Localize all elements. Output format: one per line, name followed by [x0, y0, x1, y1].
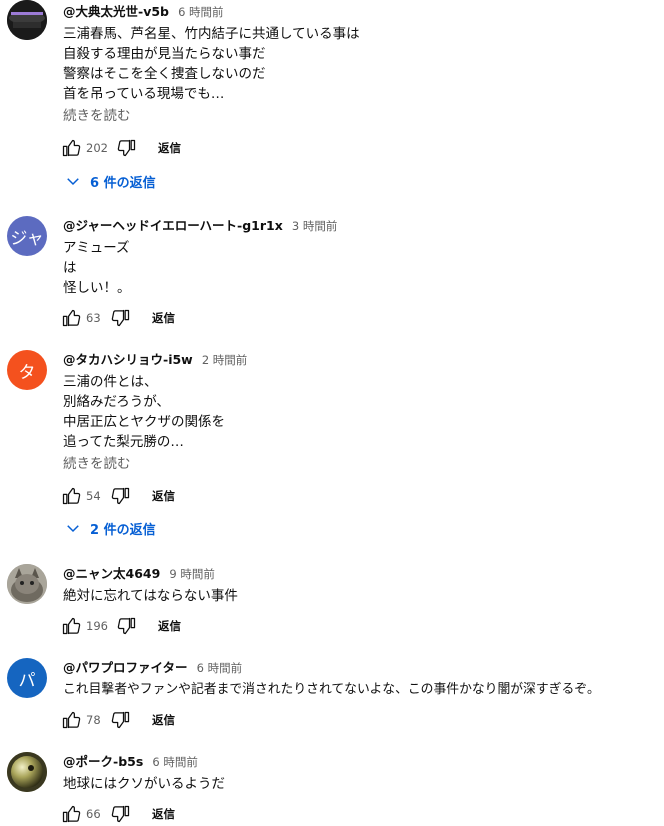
comment-line: 三浦の件とは、: [63, 374, 158, 390]
view-replies-button[interactable]: 2 件の返信: [64, 516, 156, 540]
comment-line: 怪しい！。: [63, 280, 131, 296]
reply-button[interactable]: 返信: [158, 618, 181, 634]
comment-timestamp[interactable]: 9 時間前: [169, 567, 214, 581]
comment-line: これ目撃者やファンや記者まで消されたりされてないよな、この事件かなり闇が深すぎる…: [63, 682, 600, 697]
comment-author[interactable]: @大典太光世-v5b: [63, 4, 169, 19]
comment-author[interactable]: @タカハシリョウ-i5w: [63, 352, 193, 367]
comment-text: 三浦の件とは、 別絡みだろうが、 中居正広とヤクザの関係を 追ってた梨元勝の…: [63, 372, 664, 452]
thumb-up-icon[interactable]: [60, 615, 82, 637]
reply-button[interactable]: 返信: [152, 712, 175, 728]
avatar[interactable]: [7, 752, 47, 792]
comment-timestamp[interactable]: 2 時間前: [202, 353, 247, 367]
thumb-down-icon[interactable]: [116, 137, 138, 159]
avatar[interactable]: [7, 564, 47, 604]
thumb-down-icon[interactable]: [116, 615, 138, 637]
comment-line: アミューズ: [63, 240, 130, 256]
reply-button[interactable]: 返信: [152, 310, 175, 326]
comment-timestamp[interactable]: 6 時間前: [178, 5, 223, 19]
avatar-initials: タ: [18, 362, 36, 383]
comment-timestamp[interactable]: 3 時間前: [292, 219, 337, 233]
read-more-link[interactable]: 続きを読む: [63, 106, 664, 126]
avatar-image: [7, 0, 47, 40]
comment-line: 警察はそこを全く捜査しないのだ: [63, 66, 266, 82]
comment-text: 三浦春馬、芦名星、竹内結子に共通している事は 自殺する理由が見当たらない事だ 警…: [63, 24, 664, 104]
comment-line: 首を吊っている現場でも…: [63, 86, 225, 102]
like-count: 63: [86, 311, 101, 325]
comment-line: 三浦春馬、芦名星、竹内結子に共通している事は: [63, 26, 360, 42]
comment-line: は: [63, 260, 77, 276]
like-count: 196: [86, 619, 108, 633]
comment-line: 自殺する理由が見当たらない事だ: [63, 46, 266, 62]
reply-button[interactable]: 返信: [152, 806, 175, 822]
chevron-down-icon: [64, 519, 82, 537]
replies-count-label: 2 件の返信: [90, 522, 156, 538]
like-count: 78: [86, 713, 101, 727]
like-count: 202: [86, 141, 108, 155]
thumb-up-icon[interactable]: [60, 709, 82, 731]
comment-text: これ目撃者やファンや記者まで消されたりされてないよな、この事件かなり闇が深すぎる…: [63, 680, 664, 700]
reply-button[interactable]: 返信: [158, 140, 181, 156]
comment-line: 絶対に忘れてはならない事件: [63, 588, 238, 604]
read-more-link[interactable]: 続きを読む: [63, 454, 664, 474]
like-count: 54: [86, 489, 101, 503]
avatar-initials: ジャ: [10, 228, 44, 249]
comment-author[interactable]: @ジャーヘッドイエローハート-g1r1x: [63, 218, 283, 233]
comment-line: 中居正広とヤクザの関係を: [63, 414, 225, 430]
view-replies-button[interactable]: 6 件の返信: [64, 169, 156, 193]
avatar[interactable]: パ: [7, 658, 47, 698]
avatar[interactable]: [7, 0, 47, 40]
thumb-down-icon[interactable]: [110, 803, 132, 825]
thumb-up-icon[interactable]: [60, 307, 82, 329]
reply-button[interactable]: 返信: [152, 488, 175, 504]
chevron-down-icon: [64, 172, 82, 190]
thumb-up-icon[interactable]: [60, 137, 82, 159]
comment-text: 絶対に忘れてはならない事件: [63, 586, 664, 606]
comment-author[interactable]: @パワプロファイター: [63, 660, 188, 675]
comment-line: 地球にはクソがいるようだ: [63, 776, 225, 792]
cat-avatar-image: [7, 564, 47, 604]
avatar-initials: パ: [18, 670, 36, 691]
thumb-down-icon[interactable]: [110, 485, 132, 507]
thumb-up-icon[interactable]: [60, 485, 82, 507]
sphere-avatar-image: [7, 752, 47, 792]
comment-line: 別絡みだろうが、: [63, 394, 170, 410]
replies-count-label: 6 件の返信: [90, 175, 156, 191]
comment-line: 追ってた梨元勝の…: [63, 434, 184, 450]
thumb-down-icon[interactable]: [110, 307, 132, 329]
thumb-down-icon[interactable]: [110, 709, 132, 731]
thumb-up-icon[interactable]: [60, 803, 82, 825]
comment-author[interactable]: @ポーク-b5s: [63, 754, 143, 769]
comment-author[interactable]: @ニャン太4649: [63, 566, 160, 581]
comment-text: 地球にはクソがいるようだ: [63, 774, 664, 794]
avatar[interactable]: タ: [7, 350, 47, 390]
avatar[interactable]: ジャ: [7, 216, 47, 256]
comment-timestamp[interactable]: 6 時間前: [197, 661, 242, 675]
comment-timestamp[interactable]: 6 時間前: [152, 755, 197, 769]
comment-text: アミューズ は 怪しい！。: [63, 238, 664, 298]
